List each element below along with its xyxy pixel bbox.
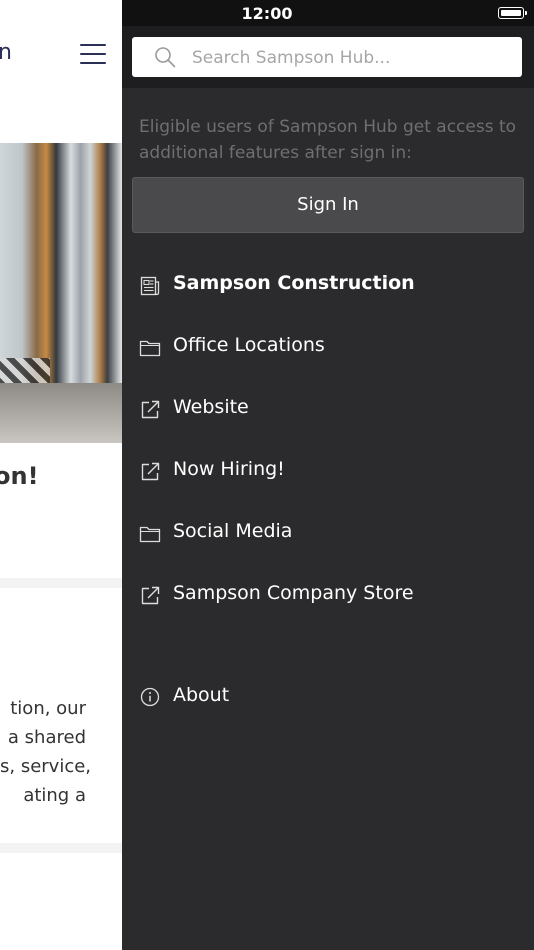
search-input[interactable] — [190, 43, 514, 73]
menu-item-label: Now Hiring! — [173, 458, 285, 480]
background-page: n on! tion, our a shared s, service, ati… — [0, 0, 122, 950]
folder-icon — [139, 526, 161, 543]
news-icon — [140, 276, 160, 296]
search-box[interactable] — [132, 37, 522, 77]
sign-in-notice: Eligible users of Sampson Hub get access… — [139, 117, 517, 163]
battery-icon — [498, 7, 527, 19]
paragraph-line: ating a — [23, 785, 86, 806]
paragraph-line: s, service, — [0, 756, 92, 777]
paragraph-line: tion, our — [10, 698, 86, 719]
app-bar: n — [0, 0, 122, 110]
menu-item-label: Social Media — [173, 520, 293, 542]
menu-item-website[interactable]: Website — [122, 379, 534, 441]
external-link-icon — [141, 400, 160, 419]
menu-item-label: Website — [173, 396, 249, 418]
menu-item-office-locations[interactable]: Office Locations — [122, 317, 534, 379]
hamburger-menu-icon[interactable] — [80, 44, 106, 64]
menu-item-social-media[interactable]: Social Media — [122, 503, 534, 565]
menu-item-about[interactable]: About — [122, 666, 534, 726]
hero-floor — [0, 383, 122, 443]
menu-item-now-hiring[interactable]: Now Hiring! — [122, 441, 534, 503]
external-link-icon — [141, 586, 160, 605]
external-link-icon — [141, 462, 160, 481]
sign-in-button[interactable]: Sign In — [132, 177, 524, 233]
search-icon — [155, 47, 176, 68]
menu-item-company-store[interactable]: Sampson Company Store — [122, 565, 534, 627]
drawer-menu: Sampson Construction Office Locations We… — [122, 255, 534, 627]
page-heading-fragment: on! — [0, 462, 39, 490]
hero-image — [0, 143, 122, 443]
folder-icon — [139, 340, 161, 357]
info-icon — [140, 687, 160, 707]
section-divider — [0, 843, 122, 853]
menu-item-sampson-construction[interactable]: Sampson Construction — [122, 255, 534, 317]
menu-item-label: Office Locations — [173, 334, 325, 356]
menu-item-label: About — [173, 684, 230, 706]
search-header — [122, 26, 534, 88]
page-paragraph: tion, our a shared s, service, ating a — [0, 694, 122, 810]
menu-item-label: Sampson Company Store — [173, 582, 414, 604]
menu-item-label: Sampson Construction — [173, 272, 415, 294]
paragraph-line: a shared — [7, 727, 86, 748]
app-title-fragment: n — [0, 40, 12, 65]
navigation-drawer: Eligible users of Sampson Hub get access… — [122, 26, 534, 950]
section-divider — [0, 578, 122, 588]
